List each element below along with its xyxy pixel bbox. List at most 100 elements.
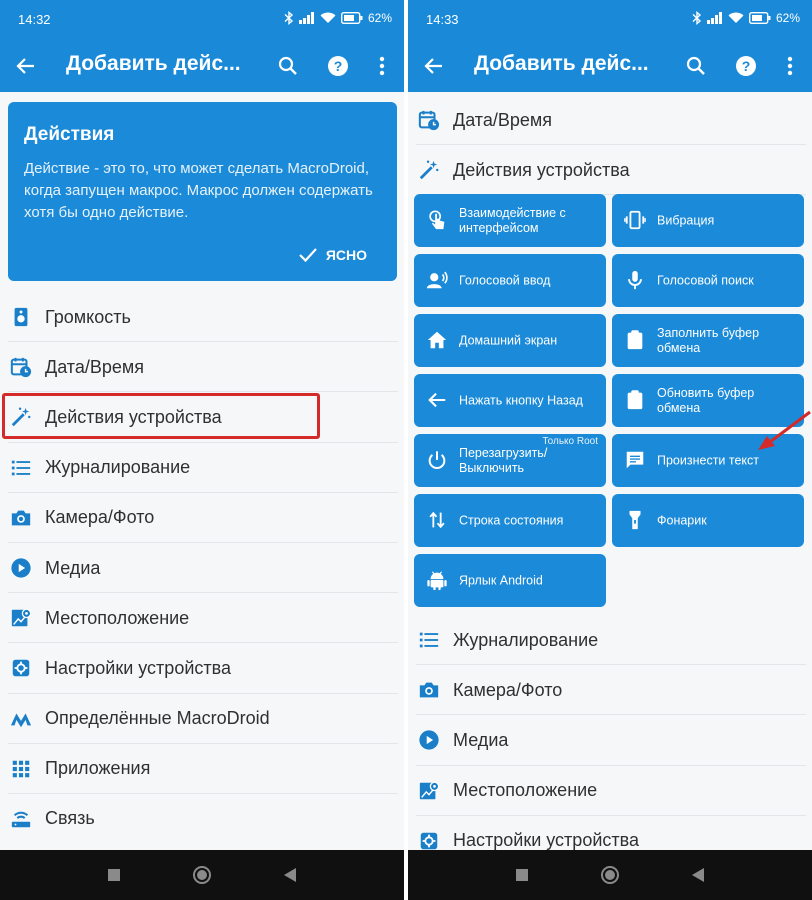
category-icon xyxy=(418,629,440,651)
category-row[interactable]: Медиа xyxy=(0,543,404,594)
back-button[interactable] xyxy=(10,50,42,82)
category-label: Местоположение xyxy=(45,607,190,628)
battery-level: 62% xyxy=(367,11,392,25)
action-label: Вибрация xyxy=(657,213,715,227)
category-row[interactable]: Определённые MacroDroid xyxy=(0,694,404,744)
search-button[interactable] xyxy=(680,50,712,82)
action-tile[interactable]: Нажать кнопку Назад xyxy=(414,374,606,427)
category-label: Камера/Фото xyxy=(45,507,155,528)
camera-icon xyxy=(419,682,439,698)
category-icon xyxy=(10,306,32,328)
play-circle-icon xyxy=(11,558,31,578)
settings-icon xyxy=(420,832,438,850)
status-time: 14:32 xyxy=(18,12,51,27)
status-icons: 62% xyxy=(284,11,392,25)
category-row[interactable]: Местоположение xyxy=(408,766,812,816)
action-tile[interactable]: Домашний экран xyxy=(414,314,606,367)
back-nav-button[interactable] xyxy=(280,865,300,885)
category-row[interactable]: Дата/Время xyxy=(0,342,404,393)
recents-button[interactable] xyxy=(512,865,532,885)
category-icon xyxy=(418,780,440,802)
highlight-box xyxy=(2,393,320,439)
category-label: Местоположение xyxy=(453,780,598,801)
action-tile[interactable]: Голосовой ввод xyxy=(414,254,606,307)
action-tile[interactable]: Перезагрузить/ Выключить Только Root xyxy=(414,434,606,487)
category-row[interactable]: Действия устройства xyxy=(408,145,812,196)
action-tile[interactable]: Фонарик xyxy=(612,494,804,547)
action-icon xyxy=(426,569,448,591)
category-row[interactable]: Камера/Фото xyxy=(408,665,812,716)
category-icon xyxy=(418,830,440,852)
action-tile[interactable]: Строка состояния xyxy=(414,494,606,547)
signal-icon xyxy=(706,12,722,24)
wifi-icon xyxy=(728,12,744,23)
category-label: Журналирование xyxy=(453,629,599,650)
home-nav-button[interactable] xyxy=(600,865,620,885)
map-pin-icon xyxy=(11,608,32,627)
action-tile[interactable]: Заполнить буфер обмена xyxy=(612,314,804,367)
camera-icon xyxy=(11,510,31,526)
more-button[interactable] xyxy=(366,50,398,82)
action-tile[interactable]: Взаимодействие с интерфейсом xyxy=(414,194,606,247)
category-label: Настройки устройства xyxy=(45,657,231,678)
settings-icon xyxy=(12,660,30,677)
magic-wand-icon xyxy=(419,160,439,180)
help-button[interactable]: ? xyxy=(322,50,354,82)
apps-grid-icon xyxy=(12,760,30,778)
search-button[interactable] xyxy=(272,50,304,82)
page-title: Добавить дейс... xyxy=(66,52,241,75)
help-button[interactable]: ? xyxy=(730,50,762,82)
category-row[interactable]: Медиа xyxy=(408,715,812,766)
back-nav-button[interactable] xyxy=(688,865,708,885)
battery-icon xyxy=(340,12,363,24)
category-icon xyxy=(10,356,32,378)
action-tile[interactable]: Голосовой поиск xyxy=(612,254,804,307)
category-row[interactable]: Местоположение xyxy=(0,593,404,644)
category-row[interactable]: Журналирование xyxy=(408,615,812,666)
back-button[interactable] xyxy=(418,50,450,82)
action-icon xyxy=(624,269,646,291)
category-icon xyxy=(10,507,32,529)
action-icon xyxy=(426,449,448,471)
wifi-icon xyxy=(320,12,336,23)
recents-button[interactable] xyxy=(104,865,124,885)
back-arrow-icon xyxy=(428,392,446,408)
category-row[interactable]: Дата/Время xyxy=(408,95,812,146)
circle-icon xyxy=(601,866,619,884)
more-button[interactable] xyxy=(774,50,806,82)
action-tile[interactable]: Ярлык Android xyxy=(414,554,606,607)
category-row[interactable]: Связь xyxy=(0,794,404,844)
circle-icon xyxy=(193,866,211,884)
status-time: 14:33 xyxy=(426,12,459,27)
app-bar: Добавить дейс... ? xyxy=(408,40,812,92)
action-label: Взаимодействие с интерфейсом xyxy=(459,205,566,235)
action-icon xyxy=(624,449,646,471)
system-nav-bar xyxy=(408,850,812,900)
status-bar: 14:32 62% xyxy=(0,0,404,40)
category-row[interactable]: Камера/Фото xyxy=(0,493,404,544)
search-icon xyxy=(278,56,297,75)
square-icon xyxy=(108,869,120,881)
category-row[interactable]: Настройки устройства xyxy=(0,643,404,694)
action-label: Строка состояния xyxy=(459,513,564,527)
search-icon xyxy=(686,56,705,75)
category-icon xyxy=(418,109,440,131)
home-nav-button[interactable] xyxy=(192,865,212,885)
category-label: Журналирование xyxy=(45,457,191,478)
macrodroid-logo-icon xyxy=(10,713,32,727)
action-label: Ярлык Android xyxy=(459,573,543,587)
category-label: Связь xyxy=(45,808,95,829)
category-icon xyxy=(10,657,32,679)
category-row[interactable]: Журналирование xyxy=(0,443,404,493)
ok-button[interactable]: ЯСНО xyxy=(298,247,367,263)
category-row[interactable]: Приложения xyxy=(0,744,404,795)
svg-text:?: ? xyxy=(742,58,751,74)
action-tile[interactable]: Вибрация xyxy=(612,194,804,247)
calendar-clock-icon xyxy=(418,110,440,131)
action-icon xyxy=(624,209,646,231)
category-label: Камера/Фото xyxy=(453,679,563,700)
category-row[interactable]: Громкость xyxy=(0,292,404,343)
category-icon xyxy=(10,708,32,730)
action-icon xyxy=(426,509,448,531)
flashlight-icon xyxy=(629,510,641,530)
